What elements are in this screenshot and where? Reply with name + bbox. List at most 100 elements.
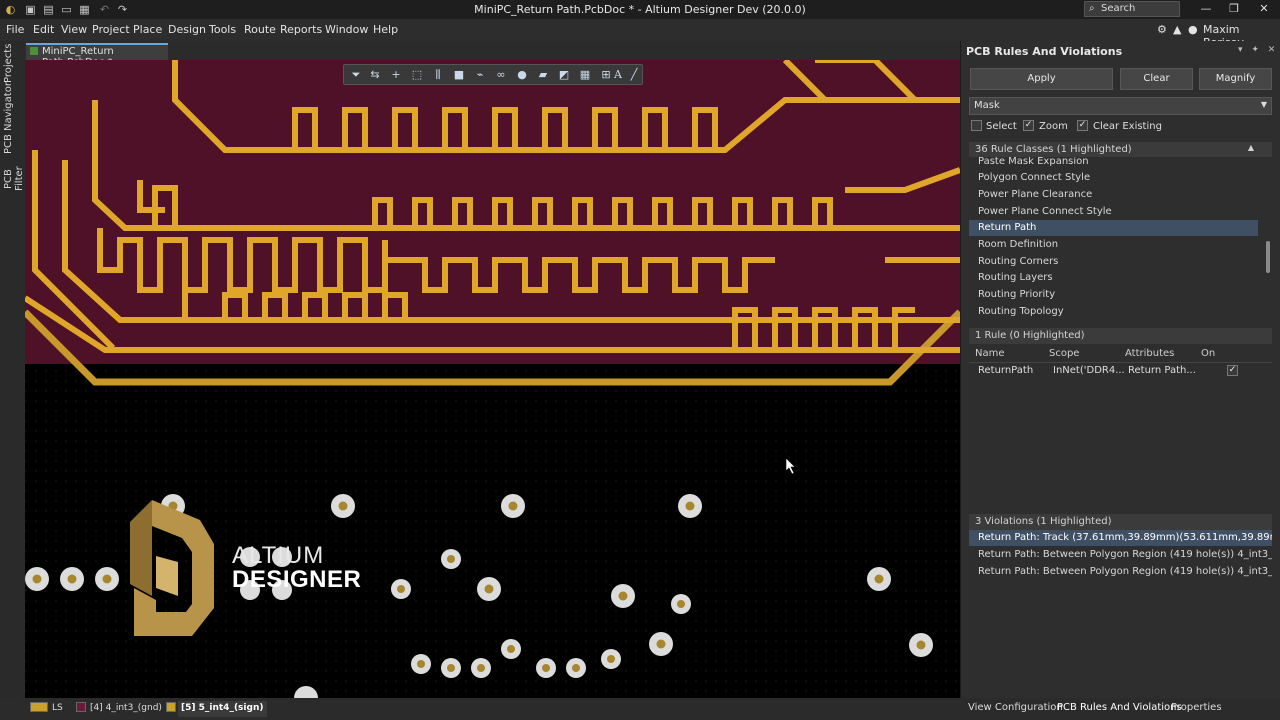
close-button[interactable]: ✕ <box>1250 0 1278 19</box>
panel-tab-pcb[interactable]: PCB <box>3 133 19 155</box>
violations-header[interactable]: 3 Violations (1 Highlighted) <box>969 514 1272 530</box>
text-icon[interactable]: A <box>611 68 625 82</box>
align-icon[interactable]: ⫼ <box>431 68 445 82</box>
rule-scope-cell: InNet('DDR4... <box>1053 365 1125 376</box>
layer-color-swatch <box>76 702 86 712</box>
scrollbar-thumb[interactable] <box>1266 241 1270 273</box>
menu-edit[interactable]: Edit <box>33 23 54 36</box>
list-item[interactable]: Routing Topology <box>969 304 1258 319</box>
rule-enabled-checkbox[interactable]: ✓ <box>1227 365 1238 376</box>
search-icon: ⌕ <box>1089 3 1095 14</box>
polygon-icon[interactable]: ◩ <box>557 68 571 82</box>
filter-icon[interactable]: ⏷ <box>349 68 363 82</box>
menu-tools[interactable]: Tools <box>209 23 236 36</box>
list-item[interactable]: Routing Layers <box>969 270 1258 286</box>
panel-tab-pcb-filter[interactable]: PCB Filter <box>3 157 25 201</box>
route-icon[interactable]: ⇆ <box>368 68 382 82</box>
menu-view[interactable]: View <box>61 23 87 36</box>
panel-tab-navigator[interactable]: Navigator <box>3 82 19 131</box>
line-icon[interactable]: ╱ <box>627 68 641 82</box>
user-avatar-icon[interactable]: ● <box>1188 23 1198 36</box>
apply-button[interactable]: Apply <box>970 68 1113 90</box>
restore-button[interactable]: ❐ <box>1220 0 1248 19</box>
list-item[interactable]: Routing Priority <box>969 287 1258 303</box>
list-item[interactable]: Power Plane Connect Style <box>969 204 1258 220</box>
panel-title: PCB Rules And Violations <box>966 45 1123 58</box>
menu-route[interactable]: Route <box>244 23 276 36</box>
column-header-on[interactable]: On <box>1201 347 1215 362</box>
magnify-button[interactable]: Magnify <box>1199 68 1272 90</box>
clear-button[interactable]: Clear <box>1120 68 1193 90</box>
rule-classes-scrollbar[interactable] <box>1265 157 1272 319</box>
violation-item[interactable]: Return Path: Between Polygon Region (419… <box>969 564 1272 580</box>
rule-classes-header[interactable]: 36 Rule Classes (1 Highlighted) ▲ <box>969 142 1272 158</box>
list-item[interactable]: Paste Mask Expansion <box>969 157 1258 170</box>
panel-tab-projects[interactable]: Projects <box>3 44 19 83</box>
via-icon[interactable]: ● <box>515 68 529 82</box>
component-icon[interactable]: ■ <box>452 68 466 82</box>
menu-place[interactable]: Place <box>133 23 162 36</box>
search-input[interactable]: ⌕ Search <box>1084 1 1180 17</box>
layer-tab-ls[interactable]: LS <box>52 701 63 717</box>
rule-name-cell: ReturnPath <box>978 365 1034 376</box>
altium-logo-mark <box>130 500 214 636</box>
rules-table: Name Scope Attributes On ReturnPath InNe… <box>969 347 1272 505</box>
layer-tab-int4-sign[interactable]: [5] 5_int4_(sign) <box>178 701 268 717</box>
tab-properties[interactable]: Properties <box>1171 702 1222 713</box>
list-item[interactable]: Polygon Connect Style <box>969 170 1258 186</box>
menu-file[interactable]: File <box>6 23 24 36</box>
left-panel-strip: Projects Navigator PCB PCB Filter <box>0 41 25 698</box>
minimize-button[interactable]: — <box>1192 0 1220 19</box>
document-tab[interactable]: MiniPC_Return Path.PcbDoc * <box>26 43 168 68</box>
highlight-mode-select[interactable]: Mask ▼ <box>969 97 1272 115</box>
column-header-attributes[interactable]: Attributes <box>1125 347 1174 362</box>
keepout-icon[interactable]: ▦ <box>578 68 592 82</box>
active-bar-toolbar: ⏷ ⇆ + ⬚ ⫼ ■ ⌁ ∞ ● ▰ ◩ ▦ ⊞ A ╱ <box>343 64 643 85</box>
menu-project[interactable]: Project <box>92 23 130 36</box>
list-item-selected[interactable]: Return Path <box>969 220 1258 236</box>
panel-tabs-bar: View Configuration PCB Rules And Violati… <box>960 698 1280 720</box>
menu-design[interactable]: Design <box>168 23 206 36</box>
tab-pcb-rules-violations[interactable]: PCB Rules And Violations <box>1057 702 1182 713</box>
zoom-checkbox[interactable]: ✓ <box>1023 120 1034 131</box>
clear-existing-checkbox[interactable]: ✓ <box>1077 120 1088 131</box>
rule-classes-header-label: 36 Rule Classes (1 Highlighted) <box>975 144 1132 155</box>
logo-text-designer: DESIGNER <box>232 566 362 593</box>
violation-item-selected[interactable]: Return Path: Track (37.61mm,39.89mm)(53.… <box>969 530 1272 546</box>
highlight-mode-value: Mask <box>974 100 1000 111</box>
clear-existing-checkbox-label: Clear Existing <box>1093 121 1162 132</box>
violation-item[interactable]: Return Path: Between Polygon Region (419… <box>969 547 1272 563</box>
panel-window-controls[interactable]: ▾ ✦ ✕ <box>1238 45 1278 55</box>
violations-header-label: 3 Violations (1 Highlighted) <box>975 516 1112 527</box>
diff-pair-icon[interactable]: ∞ <box>494 68 508 82</box>
title-bar: ◐ ▣ ▤ ▭ ▦ ↶ ↷ MiniPC_Return Path.PcbDoc … <box>0 0 1280 19</box>
header-divider <box>969 362 1272 363</box>
select-checkbox-label: Select <box>986 121 1017 132</box>
select-rect-icon[interactable]: ⬚ <box>410 68 424 82</box>
search-placeholder: Search <box>1101 3 1136 14</box>
list-item[interactable]: Room Definition <box>969 237 1258 253</box>
tab-view-configuration[interactable]: View Configuration <box>968 702 1063 713</box>
add-icon[interactable]: + <box>389 68 403 82</box>
fill-icon[interactable]: ▰ <box>536 68 550 82</box>
rules-header-label: 1 Rule (0 Highlighted) <box>975 330 1085 341</box>
pcb-rules-violations-panel: PCB Rules And Violations ▾ ✦ ✕ Apply Cle… <box>960 41 1280 698</box>
altium-designer-logo: ALTIUM DESIGNER <box>130 500 390 640</box>
list-item[interactable]: Power Plane Clearance <box>969 187 1258 203</box>
menu-bar: File Edit View Project Place Design Tool… <box>0 19 1280 49</box>
rules-header[interactable]: 1 Rule (0 Highlighted) <box>969 328 1272 344</box>
interactive-routing-icon[interactable]: ⌁ <box>473 68 487 82</box>
bell-icon[interactable]: ▲ <box>1173 23 1181 36</box>
select-checkbox[interactable] <box>971 120 982 131</box>
gear-icon[interactable]: ⚙ <box>1157 23 1167 36</box>
column-header-scope[interactable]: Scope <box>1049 347 1079 362</box>
column-header-name[interactable]: Name <box>975 347 1005 362</box>
layer-tab-int3-gnd[interactable]: [4] 4_int3_(gnd) <box>90 701 162 717</box>
menu-window[interactable]: Window <box>325 23 368 36</box>
chevron-up-icon: ▲ <box>1247 143 1254 152</box>
layer-color-swatch <box>166 702 176 712</box>
list-item[interactable]: Routing Corners <box>969 254 1258 270</box>
violations-list: Return Path: Track (37.61mm,39.89mm)(53.… <box>969 530 1272 680</box>
menu-reports[interactable]: Reports <box>280 23 322 36</box>
menu-help[interactable]: Help <box>373 23 398 36</box>
